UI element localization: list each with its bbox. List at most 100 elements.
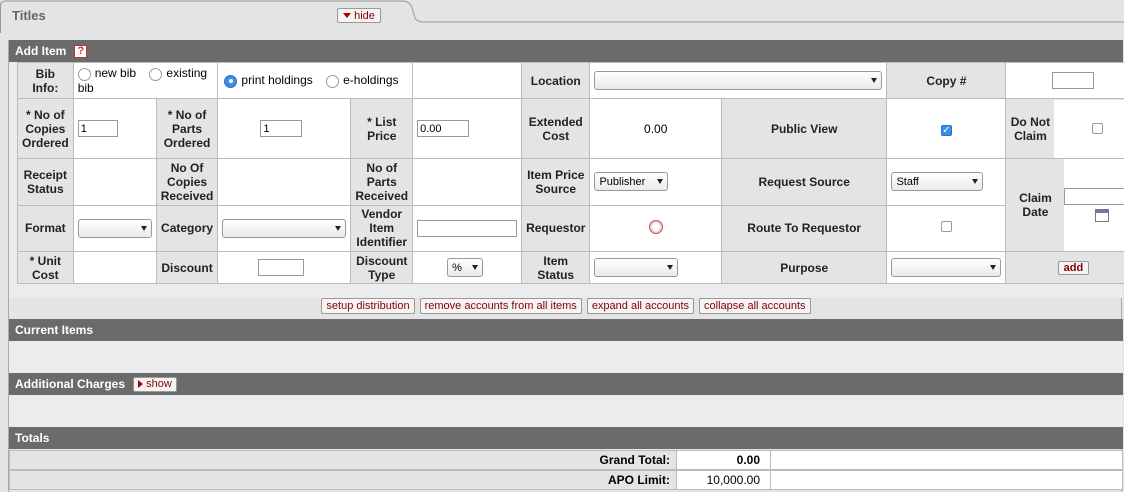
tab-outline [0,0,1124,33]
receipt-status-label: Receipt Status [17,158,74,206]
request-source-select[interactable]: Staff [891,172,984,192]
dropdown-arrow-icon [657,179,664,185]
format-label: Format [17,204,74,252]
dropdown-arrow-icon [972,179,979,185]
dropdown-arrow-icon [990,265,997,270]
request-source-cell: Staff [886,158,1007,206]
list-price-input[interactable] [417,120,470,137]
no-parts-ordered-input[interactable] [260,120,303,137]
print-holdings-radio[interactable]: print holdings [224,73,313,88]
purpose-select[interactable] [891,258,1002,277]
help-icon[interactable]: ? [74,44,88,58]
unit-cost-value [72,251,157,284]
new-bib-radio[interactable]: new bib [77,66,136,81]
claim-date-cell: Claim Date [1005,158,1124,252]
grand-total-label: Grand Total: [9,450,677,470]
request-source-label: Request Source [720,158,888,206]
item-price-source-label: Item Price Source [521,158,591,206]
route-to-requestor-checkbox[interactable] [940,221,952,233]
item-price-source-cell: Publisher [589,158,722,206]
item-status-select[interactable] [594,258,679,277]
totals-header: Totals [9,427,1123,449]
setup-distribution-button[interactable]: setup distribution [321,298,415,314]
requestor-label: Requestor [521,204,591,252]
list-price-cell [412,98,523,159]
apo-limit-value: 10,000.00 [677,470,771,490]
show-button[interactable]: show [133,376,178,392]
add-item-grid: Bib Info: new bib existing bib print hol… [17,62,1124,284]
discount-label: Discount [155,251,219,284]
bib-info-label: Bib Info: [17,62,74,99]
search-lookup-icon[interactable] [648,219,663,234]
do-not-claim-cell: Do Not Claim [1005,98,1124,159]
item-price-source-value: Publisher [599,175,646,188]
radio-circle-icon [149,67,163,81]
grand-total-row: Grand Total: 0.00 [9,450,1123,470]
grand-total-spacer [771,450,1123,470]
claim-date-box [1064,159,1124,251]
no-parts-received-value [412,158,523,206]
vendor-item-identifier-input[interactable] [417,219,518,237]
expand-accounts-button[interactable]: expand all accounts [586,298,695,314]
item-price-source-select[interactable]: Publisher [594,172,669,192]
discount-input[interactable] [258,259,305,276]
additional-charges-header: Additional Charges show [9,373,1123,395]
dropdown-arrow-icon [335,225,342,231]
route-to-requestor-cell [886,204,1007,252]
no-copies-received-label: No Of Copies Received [155,158,219,206]
unit-cost-label: * Unit Cost [17,251,74,284]
holdings-options: print holdings e-holdings [217,62,414,99]
dropdown-arrow-icon [140,225,147,231]
add-button[interactable]: add [1057,261,1090,275]
dropdown-arrow-icon [871,78,878,83]
radio-selected-icon [224,74,238,88]
copy-num-cell [1005,62,1124,99]
format-select[interactable] [77,218,152,238]
print-holdings-label: print holdings [241,73,313,88]
do-not-claim-box [1054,99,1124,158]
collapse-accounts-button[interactable]: collapse all accounts [699,298,811,314]
calendar-icon[interactable] [1095,209,1110,222]
route-to-requestor-label: Route To Requestor [720,204,888,252]
additional-charges-title: Additional Charges [15,377,126,391]
account-actions: setup distribution remove accounts from … [9,298,1123,314]
add-item-title: Add Item [15,44,67,58]
discount-type-value: % [452,261,462,274]
hide-button[interactable]: hide [337,8,381,23]
no-parts-received-label: No of Parts Received [350,158,414,206]
totals-title: Totals [15,431,50,445]
dropdown-arrow-icon [472,265,479,270]
category-select[interactable] [222,218,347,238]
remove-accounts-button[interactable]: remove accounts from all items [419,298,582,314]
requestor-cell [589,204,722,252]
do-not-claim-checkbox[interactable] [1091,123,1103,134]
additional-charges-body [9,395,1123,427]
request-source-value: Staff [896,175,919,188]
extended-cost-value: 0.00 [589,98,722,159]
e-holdings-label: e-holdings [343,73,399,88]
no-copies-ordered-label: * No of Copies Ordered [17,98,74,159]
apo-limit-row: APO Limit: 10,000.00 [9,470,1123,490]
discount-type-select[interactable]: % [447,258,484,277]
no-copies-ordered-input[interactable] [77,120,118,137]
dropdown-arrow-icon [667,265,674,270]
titles-panel: Add Item ? Bib Info: new bib existing bi… [8,40,1124,492]
claim-date-input[interactable] [1064,188,1124,205]
location-select[interactable] [594,71,883,90]
e-holdings-radio[interactable]: e-holdings [326,73,399,88]
receipt-status-value [72,158,157,206]
public-view-checkbox[interactable]: ✓ [940,124,952,136]
copy-num-input[interactable] [1052,72,1095,89]
hide-button-label: hide [354,9,375,22]
discount-type-label: Discount Type [350,251,414,284]
vendor-item-identifier-cell [412,204,523,252]
apo-limit-spacer [771,470,1123,490]
empty-cell [412,62,523,99]
purpose-label: Purpose [720,251,888,284]
show-button-label: show [146,378,172,390]
bib-info-options: new bib existing bib [72,62,219,99]
triangle-right-icon [138,380,144,388]
extended-cost-label: Extended Cost [521,98,591,159]
public-view-label: Public View [720,98,888,159]
current-items-title: Current Items [15,323,94,337]
